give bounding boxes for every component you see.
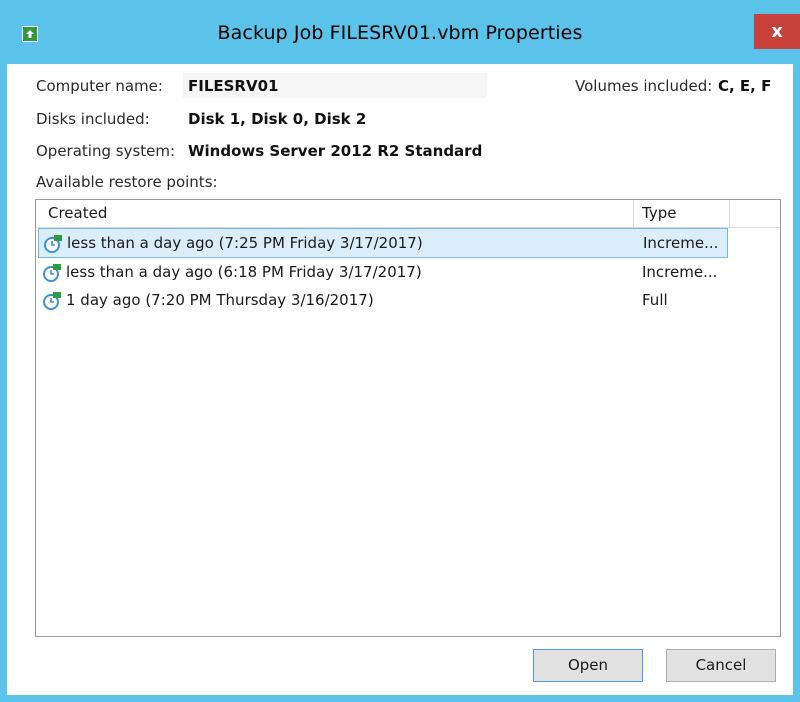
restore-point-row[interactable]: less than a day ago (7:25 PM Friday 3/17…: [38, 228, 728, 258]
disks-row: Disks included: Disk 1, Disk 0, Disk 2: [0, 110, 800, 132]
os-row: Operating system: Windows Server 2012 R2…: [0, 142, 800, 164]
computer-name-value: FILESRV01: [188, 77, 279, 95]
computer-name-row: Computer name: FILESRV01 Volumes include…: [0, 77, 800, 99]
title-bar[interactable]: Backup Job FILESRV01.vbm Properties x: [0, 0, 800, 64]
restore-point-icon: [42, 263, 64, 283]
disks-included-label: Disks included:: [36, 110, 150, 128]
volumes-included-label: Volumes included:: [575, 77, 713, 95]
window-title: Backup Job FILESRV01.vbm Properties: [217, 22, 583, 44]
restore-point-created: 1 day ago (7:20 PM Thursday 3/16/2017): [66, 291, 374, 309]
restore-point-icon: [42, 291, 64, 311]
restore-point-icon: [43, 234, 65, 254]
operating-system-label: Operating system:: [36, 142, 176, 160]
restore-point-created: less than a day ago (7:25 PM Friday 3/17…: [67, 234, 423, 252]
restore-points-list[interactable]: Created Type less than a day ago (7:25 P…: [35, 199, 781, 637]
available-restore-points-label: Available restore points:: [36, 173, 218, 191]
open-button[interactable]: Open: [533, 649, 643, 682]
cancel-button[interactable]: Cancel: [666, 649, 776, 682]
operating-system-value: Windows Server 2012 R2 Standard: [188, 142, 483, 160]
restore-point-type: Increme...: [643, 234, 719, 252]
close-button[interactable]: x: [754, 14, 800, 49]
restore-point-created: less than a day ago (6:18 PM Friday 3/17…: [66, 263, 422, 281]
restore-points-label-row: Available restore points:: [0, 173, 800, 195]
computer-name-label: Computer name:: [36, 77, 163, 95]
restore-point-type: Increme...: [642, 263, 718, 281]
list-header: Created Type: [36, 200, 780, 228]
restore-point-row[interactable]: less than a day ago (6:18 PM Friday 3/17…: [38, 258, 728, 288]
restore-point-row[interactable]: 1 day ago (7:20 PM Thursday 3/16/2017) F…: [38, 286, 728, 316]
column-header-type[interactable]: Type: [634, 200, 730, 227]
column-header-created[interactable]: Created: [36, 200, 634, 227]
close-icon: x: [771, 21, 783, 42]
volumes-included-value: C, E, F: [718, 77, 772, 95]
restore-point-type: Full: [642, 291, 668, 309]
disks-included-value: Disk 1, Disk 0, Disk 2: [188, 110, 367, 128]
